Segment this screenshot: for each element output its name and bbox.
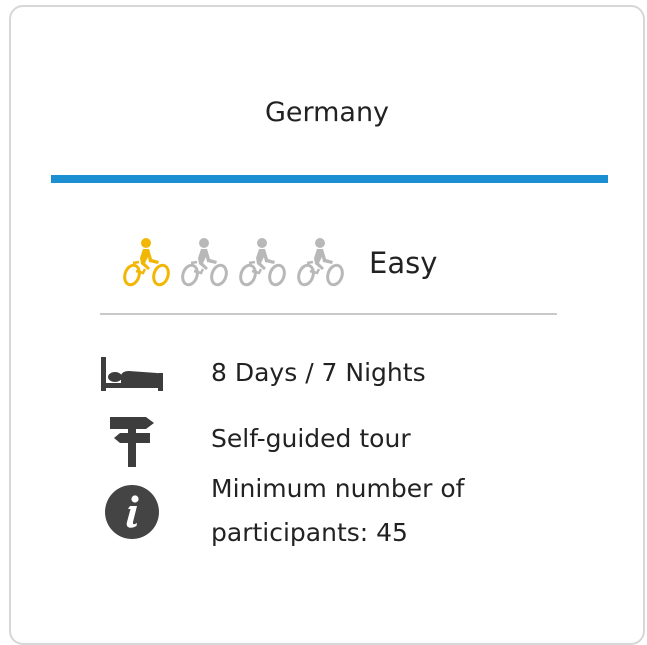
tour-info-card: Germany Easy 8 Days / 7 Nights Self-guid… [9,5,645,645]
tour-type-row: Self-guided tour [97,409,411,469]
section-divider [100,313,557,315]
participants-line2: participants: 45 [211,518,408,547]
tour-type-text: Self-guided tour [211,424,411,453]
difficulty-rating: Easy [119,235,437,291]
duration-row: 8 Days / 7 Nights [97,343,426,403]
signpost-icon [110,417,154,467]
cyclist-icon [181,238,228,287]
duration-text: 8 Days / 7 Nights [211,358,426,387]
participants-row: Minimum number of participants: 45 [97,474,464,547]
tour-country-title: Germany [264,97,390,128]
accent-divider [51,175,608,183]
participants-line1: Minimum number of [211,474,465,503]
cyclist-icon [123,238,170,287]
info-icon [105,485,159,539]
bed-icon [101,357,163,391]
cyclist-icon [239,238,286,287]
cyclist-icon [297,238,344,287]
difficulty-label: Easy [369,246,438,280]
